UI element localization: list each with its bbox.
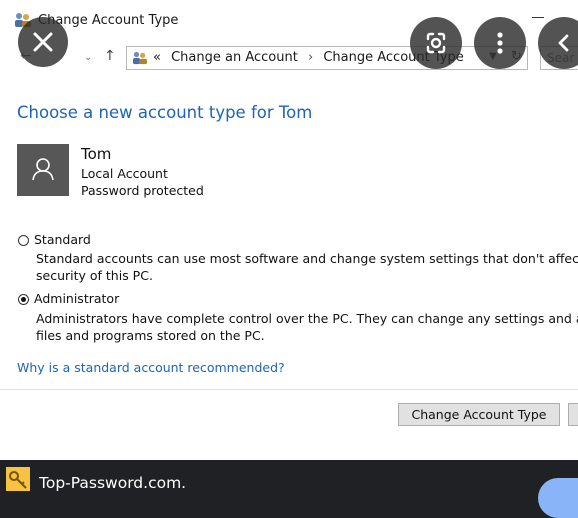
breadcrumb-prefix[interactable]: « xyxy=(153,50,161,65)
standard-label[interactable]: Standard xyxy=(34,232,91,247)
why-standard-account-link[interactable]: Why is a standard account recommended? xyxy=(17,360,285,375)
image-source-bar: Top-Password.com. xyxy=(0,460,578,493)
user-avatar xyxy=(17,144,69,196)
administrator-label[interactable]: Administrator xyxy=(34,291,119,306)
page-title: Choose a new account type for Tom xyxy=(17,103,313,122)
user-password-status: Password protected xyxy=(81,183,204,198)
chevron-left-icon[interactable] xyxy=(538,17,578,69)
user-silhouette-icon xyxy=(32,158,54,181)
chevron-left-glyph xyxy=(558,34,569,52)
administrator-description-line: Administrators have complete control ove… xyxy=(36,311,578,326)
standard-radio[interactable] xyxy=(18,235,29,246)
up-arrow-icon[interactable]: ↑ xyxy=(104,48,116,64)
breadcrumb-separator[interactable]: › xyxy=(308,50,313,65)
lens-search-icon[interactable] xyxy=(410,17,462,69)
control-panel-users-icon xyxy=(133,51,147,65)
source-site-link[interactable]: Top-Password.com. xyxy=(39,474,186,492)
change-account-type-button[interactable]: Change Account Type xyxy=(398,403,560,426)
standard-description-line: security of this PC. xyxy=(36,268,153,283)
change-account-type-window: Change Account Type ← ⌄ ↑ « Change an Ac… xyxy=(0,0,578,460)
address-bar[interactable]: « Change an Account › Change Account Typ… xyxy=(126,46,528,70)
administrator-description: Administrators have complete control ove… xyxy=(36,310,578,344)
administrator-radio[interactable] xyxy=(18,294,29,305)
visit-button[interactable] xyxy=(538,478,578,518)
standard-description-line: Standard accounts can use most software … xyxy=(36,251,578,266)
footer-divider xyxy=(0,389,578,390)
lens-glyph xyxy=(426,32,446,54)
breadcrumb-item-change-an-account[interactable]: Change an Account xyxy=(171,50,298,65)
close-glyph xyxy=(33,32,53,52)
chevron-down-icon[interactable]: ⌄ xyxy=(84,52,92,63)
user-name: Tom xyxy=(81,145,112,163)
standard-description: Standard accounts can use most software … xyxy=(36,250,578,284)
more-glyph xyxy=(497,32,503,54)
user-account-type: Local Account xyxy=(81,166,168,181)
more-vertical-icon[interactable] xyxy=(474,17,526,69)
key-icon xyxy=(6,467,30,491)
administrator-description-line: files and programs stored on the PC. xyxy=(36,328,265,343)
cancel-button[interactable] xyxy=(568,403,578,426)
close-icon[interactable] xyxy=(18,17,68,67)
